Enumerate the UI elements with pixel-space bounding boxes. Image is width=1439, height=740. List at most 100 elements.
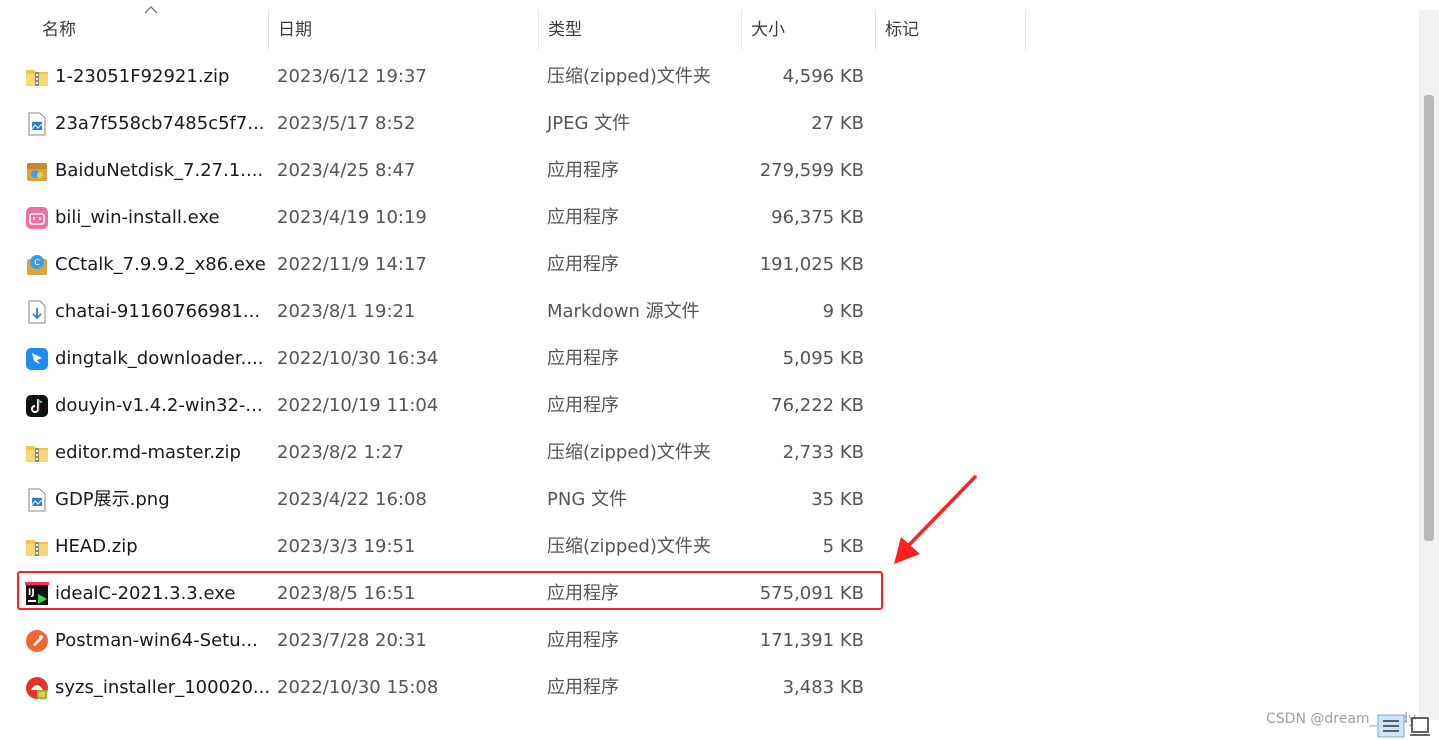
file-type: 应用程序 (547, 348, 619, 369)
file-row[interactable]: BaiduNetdisk_7.27.1.... 2023/4/25 8:47 应… (0, 147, 1000, 194)
svg-text:C: C (34, 258, 40, 267)
file-list: 1-23051F92921.zip 2023/6/12 19:37 压缩(zip… (0, 53, 1000, 711)
file-date: 2023/4/25 8:47 (277, 160, 416, 181)
column-header-name[interactable]: 名称 (32, 8, 268, 50)
image-file-icon (28, 112, 46, 136)
file-row[interactable]: bili_win-install.exe 2023/4/19 10:19 应用程… (0, 194, 1000, 241)
file-date: 2023/4/19 10:19 (277, 207, 427, 228)
file-date: 2022/11/9 14:17 (277, 254, 427, 275)
view-toggle-buttons (1377, 714, 1430, 738)
column-header-date[interactable]: 日期 (268, 8, 538, 50)
file-name: editor.md-master.zip (55, 442, 241, 463)
file-row[interactable]: douyin-v1.4.2-win32-... 2022/10/19 11:04… (0, 382, 1000, 429)
file-type: 应用程序 (547, 254, 619, 275)
file-size: 3,483 KB (782, 677, 864, 698)
file-date: 2022/10/19 11:04 (277, 395, 439, 416)
details-view-icon[interactable] (1377, 714, 1405, 738)
sort-ascending-icon[interactable] (144, 6, 158, 14)
file-row[interactable]: chatai-91160766981... 2023/8/1 19:21 Mar… (0, 288, 1000, 335)
file-type: 压缩(zipped)文件夹 (547, 66, 711, 87)
file-date: 2023/6/12 19:37 (277, 66, 427, 87)
column-header-bar: 名称 日期 类型 大小 标记 (0, 0, 1026, 50)
file-type: JPEG 文件 (547, 113, 631, 134)
file-name: GDP展示.png (55, 489, 170, 510)
file-name: 23a7f558cb7485c5f7... (55, 113, 265, 134)
file-name: bili_win-install.exe (55, 207, 220, 228)
file-size: 96,375 KB (771, 207, 864, 228)
zip-folder-icon (26, 540, 48, 556)
file-row[interactable]: 1-23051F92921.zip 2023/6/12 19:37 压缩(zip… (0, 53, 1000, 100)
column-header-type-label: 类型 (548, 20, 582, 40)
file-row[interactable]: GDP展示.png 2023/4/22 16:08 PNG 文件 35 KB (0, 476, 1000, 523)
file-row[interactable]: HEAD.zip 2023/3/3 19:51 压缩(zipped)文件夹 5 … (0, 523, 1000, 570)
vertical-scrollbar[interactable] (1419, 10, 1439, 720)
column-header-date-label: 日期 (278, 20, 312, 40)
highlight-box (17, 571, 883, 610)
dingtalk-icon (26, 348, 48, 370)
file-date: 2022/10/30 15:08 (277, 677, 439, 698)
file-date: 2022/10/30 16:34 (277, 348, 439, 369)
file-size: 5 KB (822, 536, 864, 557)
file-type: 压缩(zipped)文件夹 (547, 536, 711, 557)
zip-folder-icon (26, 70, 48, 86)
column-header-tag[interactable]: 标记 (875, 8, 1025, 50)
file-name: CCtalk_7.9.9.2_x86.exe (55, 254, 266, 275)
file-row[interactable]: 23a7f558cb7485c5f7... 2023/5/17 8:52 JPE… (0, 100, 1000, 147)
syzs-installer-icon (26, 677, 48, 699)
file-size: 35 KB (811, 489, 864, 510)
file-name: 1-23051F92921.zip (55, 66, 230, 87)
image-file-icon (28, 488, 46, 512)
file-type: 应用程序 (547, 395, 619, 416)
column-divider[interactable] (1025, 10, 1026, 50)
file-name: chatai-91160766981... (55, 301, 261, 322)
column-header-tag-label: 标记 (885, 20, 919, 40)
scrollbar-thumb[interactable] (1424, 95, 1434, 541)
file-size: 76,222 KB (771, 395, 864, 416)
column-header-name-label: 名称 (42, 20, 76, 40)
cctalk-installer-icon: C (27, 255, 47, 275)
file-size: 279,599 KB (759, 160, 864, 181)
file-size: 171,391 KB (759, 630, 864, 651)
file-name: syzs_installer_100020... (55, 677, 271, 698)
column-header-size-label: 大小 (751, 20, 785, 40)
file-date: 2023/7/28 20:31 (277, 630, 427, 651)
markdown-file-icon (28, 300, 46, 324)
file-name: HEAD.zip (55, 536, 138, 557)
file-size: 191,025 KB (759, 254, 864, 275)
file-size: 27 KB (811, 113, 864, 134)
douyin-icon (26, 395, 48, 417)
baidu-netdisk-installer-icon (27, 163, 47, 181)
file-row[interactable]: dingtalk_downloader.... 2022/10/30 16:34… (0, 335, 1000, 382)
file-size: 2,733 KB (782, 442, 864, 463)
red-arrow-annotation (894, 475, 977, 564)
file-row[interactable]: Postman-win64-Setu... 2023/7/28 20:31 应用… (0, 617, 1000, 664)
large-icons-view-icon[interactable] (1410, 717, 1430, 736)
file-date: 2023/4/22 16:08 (277, 489, 427, 510)
file-name: Postman-win64-Setu... (55, 630, 258, 651)
column-header-size[interactable]: 大小 (741, 8, 875, 50)
bilibili-icon (26, 207, 48, 229)
file-name: douyin-v1.4.2-win32-... (55, 395, 263, 416)
file-date: 2023/3/3 19:51 (277, 536, 416, 557)
file-date: 2023/8/1 19:21 (277, 301, 416, 322)
file-date: 2023/8/2 1:27 (277, 442, 404, 463)
zip-folder-icon (26, 446, 48, 462)
file-type: Markdown 源文件 (547, 301, 700, 322)
file-type: PNG 文件 (547, 489, 627, 510)
file-row[interactable]: C CCtalk_7.9.9.2_x86.exe 2022/11/9 14:17… (0, 241, 1000, 288)
file-type: 应用程序 (547, 630, 619, 651)
file-date: 2023/5/17 8:52 (277, 113, 416, 134)
file-type: 应用程序 (547, 677, 619, 698)
column-header-type[interactable]: 类型 (538, 8, 741, 50)
file-type: 应用程序 (547, 160, 619, 181)
file-name: dingtalk_downloader.... (55, 348, 264, 369)
file-size: 5,095 KB (782, 348, 864, 369)
file-size: 4,596 KB (782, 66, 864, 87)
file-name: BaiduNetdisk_7.27.1.... (55, 160, 264, 181)
file-type: 应用程序 (547, 207, 619, 228)
postman-icon (26, 630, 48, 652)
file-row[interactable]: editor.md-master.zip 2023/8/2 1:27 压缩(zi… (0, 429, 1000, 476)
file-size: 9 KB (822, 301, 864, 322)
file-type: 压缩(zipped)文件夹 (547, 442, 711, 463)
file-row[interactable]: syzs_installer_100020... 2022/10/30 15:0… (0, 664, 1000, 711)
